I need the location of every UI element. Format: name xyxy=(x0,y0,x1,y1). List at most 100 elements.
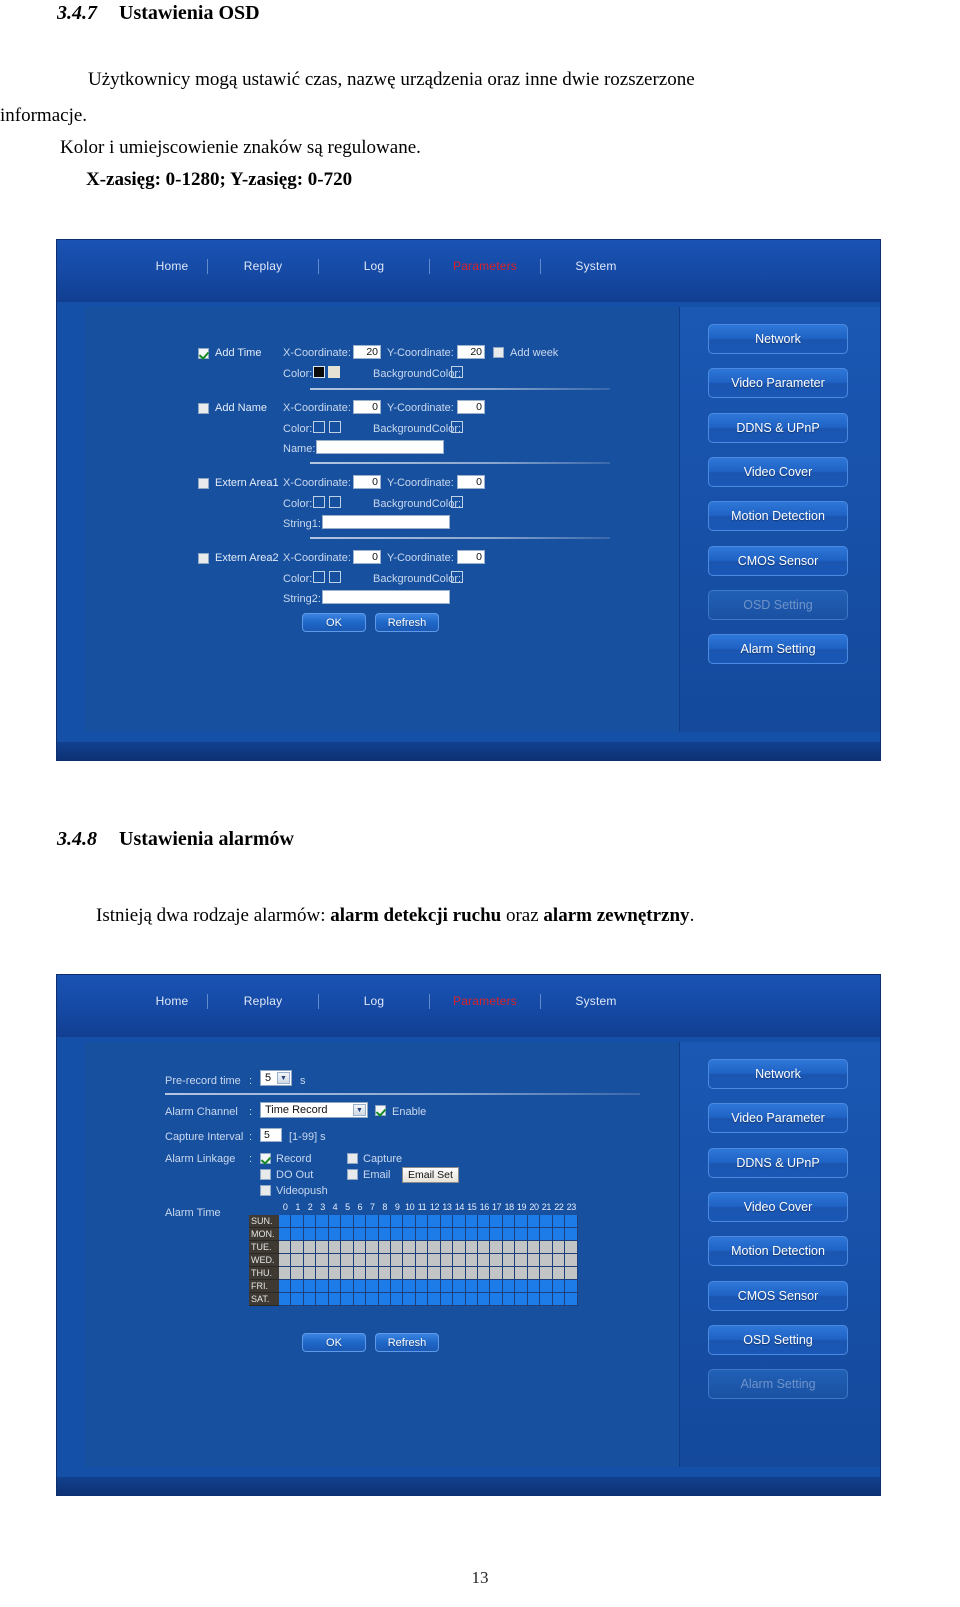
alarm-time-cell[interactable] xyxy=(366,1215,379,1228)
alarm-time-cell[interactable] xyxy=(341,1267,354,1280)
extern-area2-y-input[interactable]: 0 xyxy=(457,550,485,564)
sidebar-item-osd-setting[interactable]: OSD Setting xyxy=(708,1325,848,1355)
alarm-time-cell[interactable] xyxy=(453,1254,466,1267)
alarm-time-cell[interactable] xyxy=(490,1254,503,1267)
alarm-time-cell[interactable] xyxy=(303,1228,317,1241)
add-name-checkbox[interactable] xyxy=(198,403,209,414)
sidebar-item-cmos-sensor[interactable]: CMOS Sensor xyxy=(708,546,848,576)
nav-item-parameters[interactable]: Parameters xyxy=(430,994,540,1008)
extern-area2-checkbox[interactable] xyxy=(198,553,209,564)
alarm-time-cell[interactable] xyxy=(465,1215,478,1228)
alarm-time-cell[interactable] xyxy=(403,1215,416,1228)
add-name-color-swatch-1[interactable] xyxy=(313,421,325,433)
alarm-time-cell[interactable] xyxy=(390,1293,404,1306)
alarm-time-cell[interactable] xyxy=(478,1280,491,1293)
extern-area2-x-input[interactable]: 0 xyxy=(353,550,381,564)
alarm-time-cell[interactable] xyxy=(428,1215,441,1228)
alarm-time-cell[interactable] xyxy=(502,1228,516,1241)
alarm-time-cell[interactable] xyxy=(316,1241,329,1254)
nav-item-home[interactable]: Home xyxy=(137,259,207,273)
alarm-time-cell[interactable] xyxy=(390,1215,404,1228)
alarm-time-cell[interactable] xyxy=(328,1267,342,1280)
alarm-time-cell[interactable] xyxy=(378,1254,391,1267)
alarm-time-cell[interactable] xyxy=(279,1241,292,1254)
alarm-time-cell[interactable] xyxy=(515,1280,528,1293)
alarm-time-cell[interactable] xyxy=(415,1241,429,1254)
alarm-time-cell[interactable] xyxy=(565,1293,578,1306)
alarm-time-cell[interactable] xyxy=(303,1215,317,1228)
alarm-time-cell[interactable] xyxy=(453,1280,466,1293)
alarm-time-cell[interactable] xyxy=(502,1215,516,1228)
add-name-color-swatch-2[interactable] xyxy=(329,421,341,433)
alarm-time-cell[interactable] xyxy=(341,1215,354,1228)
nav-item-log[interactable]: Log xyxy=(319,994,429,1008)
sidebar-item-ddns-upnp[interactable]: DDNS & UPnP xyxy=(708,1148,848,1178)
alarm-time-cell[interactable] xyxy=(490,1215,503,1228)
sidebar-item-alarm-setting[interactable]: Alarm Setting xyxy=(708,1369,848,1399)
alarm-time-cell[interactable] xyxy=(403,1293,416,1306)
add-time-y-input[interactable]: 20 xyxy=(457,345,485,359)
alarm-time-cells[interactable] xyxy=(279,1215,578,1228)
alarm-time-cell[interactable] xyxy=(341,1293,354,1306)
alarm-time-cell[interactable] xyxy=(478,1241,491,1254)
alarm-time-cell[interactable] xyxy=(316,1280,329,1293)
alarm-time-cell[interactable] xyxy=(353,1280,367,1293)
alarm-time-cell[interactable] xyxy=(428,1293,441,1306)
alarm-time-cell[interactable] xyxy=(341,1280,354,1293)
chevron-down-icon[interactable]: ▼ xyxy=(277,1072,290,1084)
alarm-time-cell[interactable] xyxy=(552,1254,566,1267)
alarm-time-cell[interactable] xyxy=(540,1228,553,1241)
extern-area1-string-input[interactable] xyxy=(322,515,450,529)
nav-item-replay[interactable]: Replay xyxy=(208,259,318,273)
alarm-time-row[interactable]: FRI. xyxy=(249,1280,578,1293)
alarm-time-cells[interactable] xyxy=(279,1293,578,1306)
alarm-time-cell[interactable] xyxy=(415,1215,429,1228)
alarm-time-cell[interactable] xyxy=(440,1215,454,1228)
alarm-time-cell[interactable] xyxy=(540,1241,553,1254)
alarm-time-cell[interactable] xyxy=(366,1280,379,1293)
alarm-time-cell[interactable] xyxy=(565,1254,578,1267)
alarm-time-cell[interactable] xyxy=(428,1254,441,1267)
sidebar-item-video-parameter[interactable]: Video Parameter xyxy=(708,1103,848,1133)
alarm-time-cell[interactable] xyxy=(453,1241,466,1254)
alarm-time-cell[interactable] xyxy=(403,1267,416,1280)
alarm-time-row[interactable]: SAT. xyxy=(249,1293,578,1306)
alarm-time-cell[interactable] xyxy=(428,1228,441,1241)
alarm-time-cell[interactable] xyxy=(378,1293,391,1306)
add-name-y-input[interactable]: 0 xyxy=(457,400,485,414)
alarm-time-cell[interactable] xyxy=(353,1241,367,1254)
alarm-time-cell[interactable] xyxy=(490,1280,503,1293)
alarm-time-cell[interactable] xyxy=(428,1280,441,1293)
alarm-time-cell[interactable] xyxy=(366,1293,379,1306)
alarm-time-cell[interactable] xyxy=(540,1215,553,1228)
alarm-time-cell[interactable] xyxy=(390,1267,404,1280)
alarm-time-cell[interactable] xyxy=(316,1267,329,1280)
add-name-x-input[interactable]: 0 xyxy=(353,400,381,414)
osd-refresh-button[interactable]: Refresh xyxy=(375,613,439,632)
alarm-time-cell[interactable] xyxy=(366,1241,379,1254)
alarm-time-row[interactable]: TUE. xyxy=(249,1241,578,1254)
alarm-time-cell[interactable] xyxy=(440,1228,454,1241)
alarm-time-cell[interactable] xyxy=(279,1254,292,1267)
alarm-time-cell[interactable] xyxy=(428,1267,441,1280)
alarm-time-cell[interactable] xyxy=(279,1228,292,1241)
alarm-time-cell[interactable] xyxy=(415,1267,429,1280)
extern-area2-color-swatch-2[interactable] xyxy=(329,571,341,583)
alarm-time-cell[interactable] xyxy=(403,1254,416,1267)
alarm-time-cell[interactable] xyxy=(440,1280,454,1293)
alarm-time-cell[interactable] xyxy=(279,1267,292,1280)
alarm-time-cell[interactable] xyxy=(415,1280,429,1293)
nav-item-log[interactable]: Log xyxy=(319,259,429,273)
alarm-time-cell[interactable] xyxy=(540,1267,553,1280)
add-time-x-input[interactable]: 20 xyxy=(353,345,381,359)
extern-area1-bgcolor-swatch[interactable] xyxy=(451,496,463,508)
alarm-time-cell[interactable] xyxy=(515,1267,528,1280)
alarm-time-cell[interactable] xyxy=(353,1293,367,1306)
nav-item-parameters[interactable]: Parameters xyxy=(430,259,540,273)
alarm-time-cell[interactable] xyxy=(502,1241,516,1254)
chevron-down-icon[interactable]: ▼ xyxy=(353,1104,366,1116)
alarm-time-cell[interactable] xyxy=(465,1293,478,1306)
alarm-time-cell[interactable] xyxy=(453,1228,466,1241)
alarm-time-row[interactable]: THU. xyxy=(249,1267,578,1280)
sidebar-item-motion-detection[interactable]: Motion Detection xyxy=(708,1236,848,1266)
